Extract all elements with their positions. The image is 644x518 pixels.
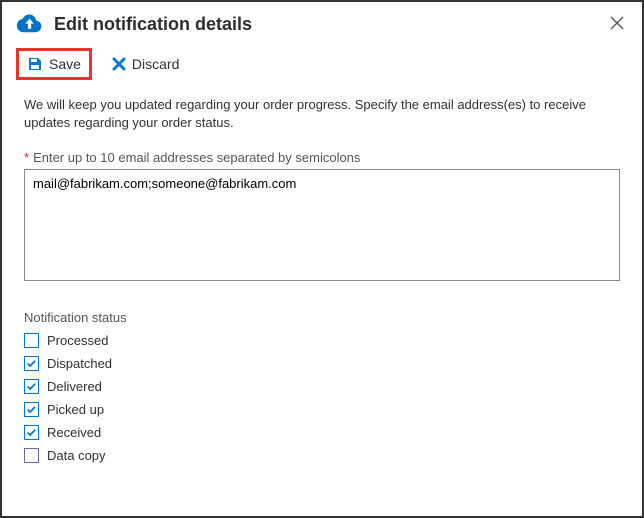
status-checkbox-label: Delivered [47,379,102,394]
status-checkbox-label: Processed [47,333,108,348]
status-list: Processed Dispatched Delivered Picked up Rec… [24,333,620,463]
checkbox-icon [24,356,39,371]
discard-icon [112,57,126,71]
panel-content: We will keep you updated regarding your … [2,86,642,463]
save-button[interactable]: Save [19,51,89,77]
checkbox-icon [24,448,39,463]
discard-button[interactable]: Discard [104,51,187,77]
status-checkbox-label: Picked up [47,402,104,417]
checkbox-icon [24,425,39,440]
save-button-label: Save [49,56,81,72]
discard-button-label: Discard [132,56,179,72]
status-checkbox-row[interactable]: Picked up [24,402,620,417]
status-checkbox-row[interactable]: Received [24,425,620,440]
description-text: We will keep you updated regarding your … [24,96,620,132]
edit-notification-panel: Edit notification details Save Discar [0,0,644,518]
status-checkbox-row[interactable]: Data copy [24,448,620,463]
email-field-label: *Enter up to 10 email addresses separate… [24,150,620,165]
checkbox-icon [24,333,39,348]
status-checkbox-row[interactable]: Dispatched [24,356,620,371]
status-checkbox-row[interactable]: Delivered [24,379,620,394]
save-button-highlight: Save [16,48,92,80]
close-button[interactable] [606,11,628,37]
status-checkbox-label: Data copy [47,448,106,463]
save-icon [27,56,43,72]
status-checkbox-label: Dispatched [47,356,112,371]
checkbox-icon [24,379,39,394]
panel-title: Edit notification details [54,14,606,35]
notification-status-label: Notification status [24,310,620,325]
checkbox-icon [24,402,39,417]
cloud-upload-icon [16,10,44,38]
email-addresses-input[interactable] [24,169,620,281]
status-checkbox-row[interactable]: Processed [24,333,620,348]
toolbar: Save Discard [2,44,642,86]
required-asterisk: * [24,150,29,165]
panel-header: Edit notification details [2,2,642,44]
status-checkbox-label: Received [47,425,101,440]
